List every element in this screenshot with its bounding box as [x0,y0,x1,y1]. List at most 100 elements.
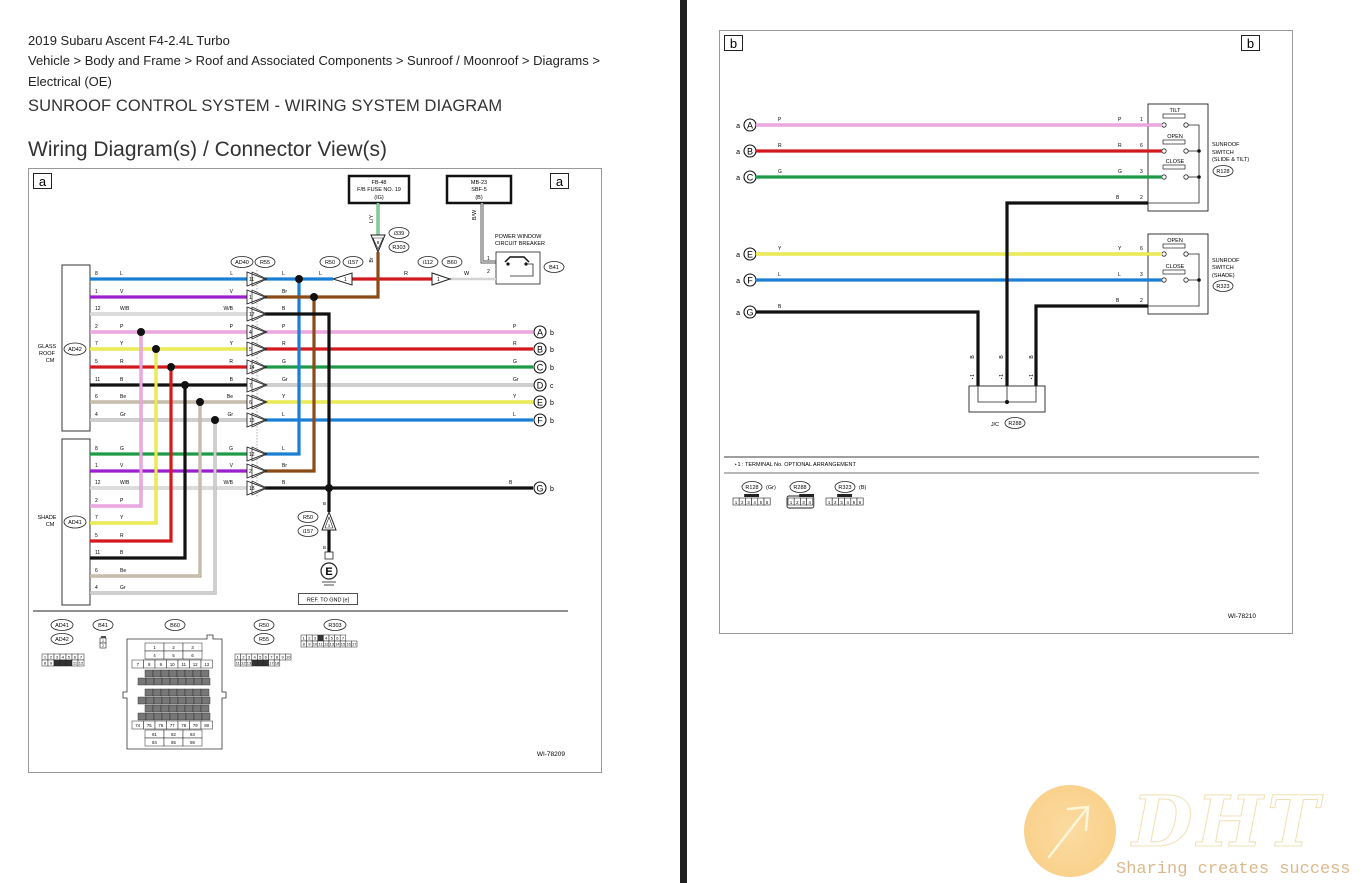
svg-text:OPEN: OPEN [1167,134,1183,140]
pin-cell [160,704,170,713]
pin-number: 6 [1140,143,1143,149]
junction-pin: 17 [249,312,255,318]
pin-cell [262,659,269,667]
junction-dot [137,328,145,336]
page-tag-a-left: a [33,173,52,189]
pin-cell [137,696,147,705]
pin-number: 11 [95,550,100,556]
pin-number: 4 [95,585,98,591]
connector-letter: A [537,328,543,338]
svg-text:CLOSE: CLOSE [1166,264,1185,270]
pin-label: 75 [147,723,152,728]
pin-cell [201,696,211,705]
wire-color-code: W/B [120,306,130,312]
connector-i339-label: i339 [388,227,410,239]
svg-text:AD41: AD41 [68,520,82,526]
connector-letter: B [747,147,753,157]
junction-dot [211,416,219,424]
pin-cell [169,712,179,721]
wire-ly-label: L/Y [369,215,375,224]
svg-text:SUNROOF: SUNROOF [1212,258,1240,264]
pin-number: 3 [1140,272,1143,278]
page-tag-b-right: b [1241,35,1260,51]
pin-cell [185,696,195,705]
pin-cell [153,696,163,705]
junction-pin: 11 [249,277,254,283]
junction-dot [295,275,303,283]
connector-letter: C [537,363,544,373]
pin-label: 17 [352,642,357,647]
page-tag-b-left: b [724,35,743,51]
pin-label: 17 [269,661,274,666]
connector-letter: C [747,173,754,183]
connector-r55-label: R55 [254,256,276,268]
page-ref: b [550,486,554,493]
svg-text:W: W [464,271,470,277]
pin-cell [185,712,195,721]
pin-cell [145,696,155,705]
wire-color-code: W/B [224,480,234,486]
pin-label: 10 [286,655,291,660]
svg-text:R288: R288 [1008,421,1021,427]
pin-label: 86 [190,740,195,745]
svg-text:⋆1: ⋆1 [999,374,1005,380]
connector-i112-label: i112 [417,256,439,268]
page-left: 2019 Subaru Ascent F4-2.4L Turbo Vehicle… [0,0,680,883]
wire-color-code: G [778,169,782,175]
wire-color-code: G [120,446,124,452]
svg-text:POWER WINDOW: POWER WINDOW [495,234,542,240]
wire-color-code: L [319,271,322,277]
pin-cell [144,704,154,713]
pin-cell [176,704,186,713]
svg-text:SUNROOF: SUNROOF [1212,142,1240,148]
page-ref: b [550,347,554,354]
wire-color-code: G [229,446,233,452]
svg-text:AD42: AD42 [68,347,82,353]
svg-text:(IG): (IG) [374,195,384,201]
pin-label: 84 [152,740,157,745]
pin-cell [200,669,210,678]
junction-pin: 5 [249,347,252,353]
svg-text:CM: CM [46,522,55,528]
wire-color-code: Be [227,394,233,400]
fuse-box-b: MB-23 SBF-5 (B) [445,174,513,205]
pin-label: 77 [170,723,175,728]
svg-text:i157: i157 [348,260,358,266]
pin-label: 74 [135,723,140,728]
svg-text:SWITCH: SWITCH [1212,150,1234,156]
wire-color-code: Be [120,394,126,400]
pin-label: 12 [193,662,198,667]
pin-cell [144,669,154,678]
diagram-a-id: WI-78209 [537,751,566,758]
svg-text:AD41: AD41 [55,623,69,629]
junction-pin: 4 [249,330,252,336]
svg-text:B41: B41 [549,265,559,271]
pin-label: 13 [330,642,335,647]
svg-text:(SLIDE & TILT): (SLIDE & TILT) [1212,157,1249,163]
pin-cell [169,696,179,705]
pin-cell [168,688,178,697]
svg-text:⋆1: ⋆1 [1029,374,1035,380]
svg-text:i112: i112 [423,260,433,266]
pin-label: 80 [204,723,209,728]
pin-cell [193,696,203,705]
pin-cell [192,669,202,678]
svg-text:b: b [1247,36,1254,51]
svg-text:R323: R323 [1216,284,1229,290]
pin-label: 12 [241,661,246,666]
connector-label-text: R128 [745,485,758,491]
pin-cell [161,696,171,705]
wire-color-code: R [229,359,233,365]
svg-text:REF. TO GND [e]: REF. TO GND [e] [307,598,350,604]
pin-number: 2 [95,498,98,504]
wire-color-code: R [513,341,517,347]
svg-text:J/C: J/C [991,422,999,428]
wire-color-code: Gr [120,585,126,591]
pin-cell [184,688,194,697]
junction-dot [196,398,204,406]
pin-label: 13 [247,661,252,666]
pin-number: 7 [95,515,98,521]
pin-cell [317,634,324,642]
connector-letter: G [536,484,543,494]
junction-pin: 7 [249,383,252,389]
